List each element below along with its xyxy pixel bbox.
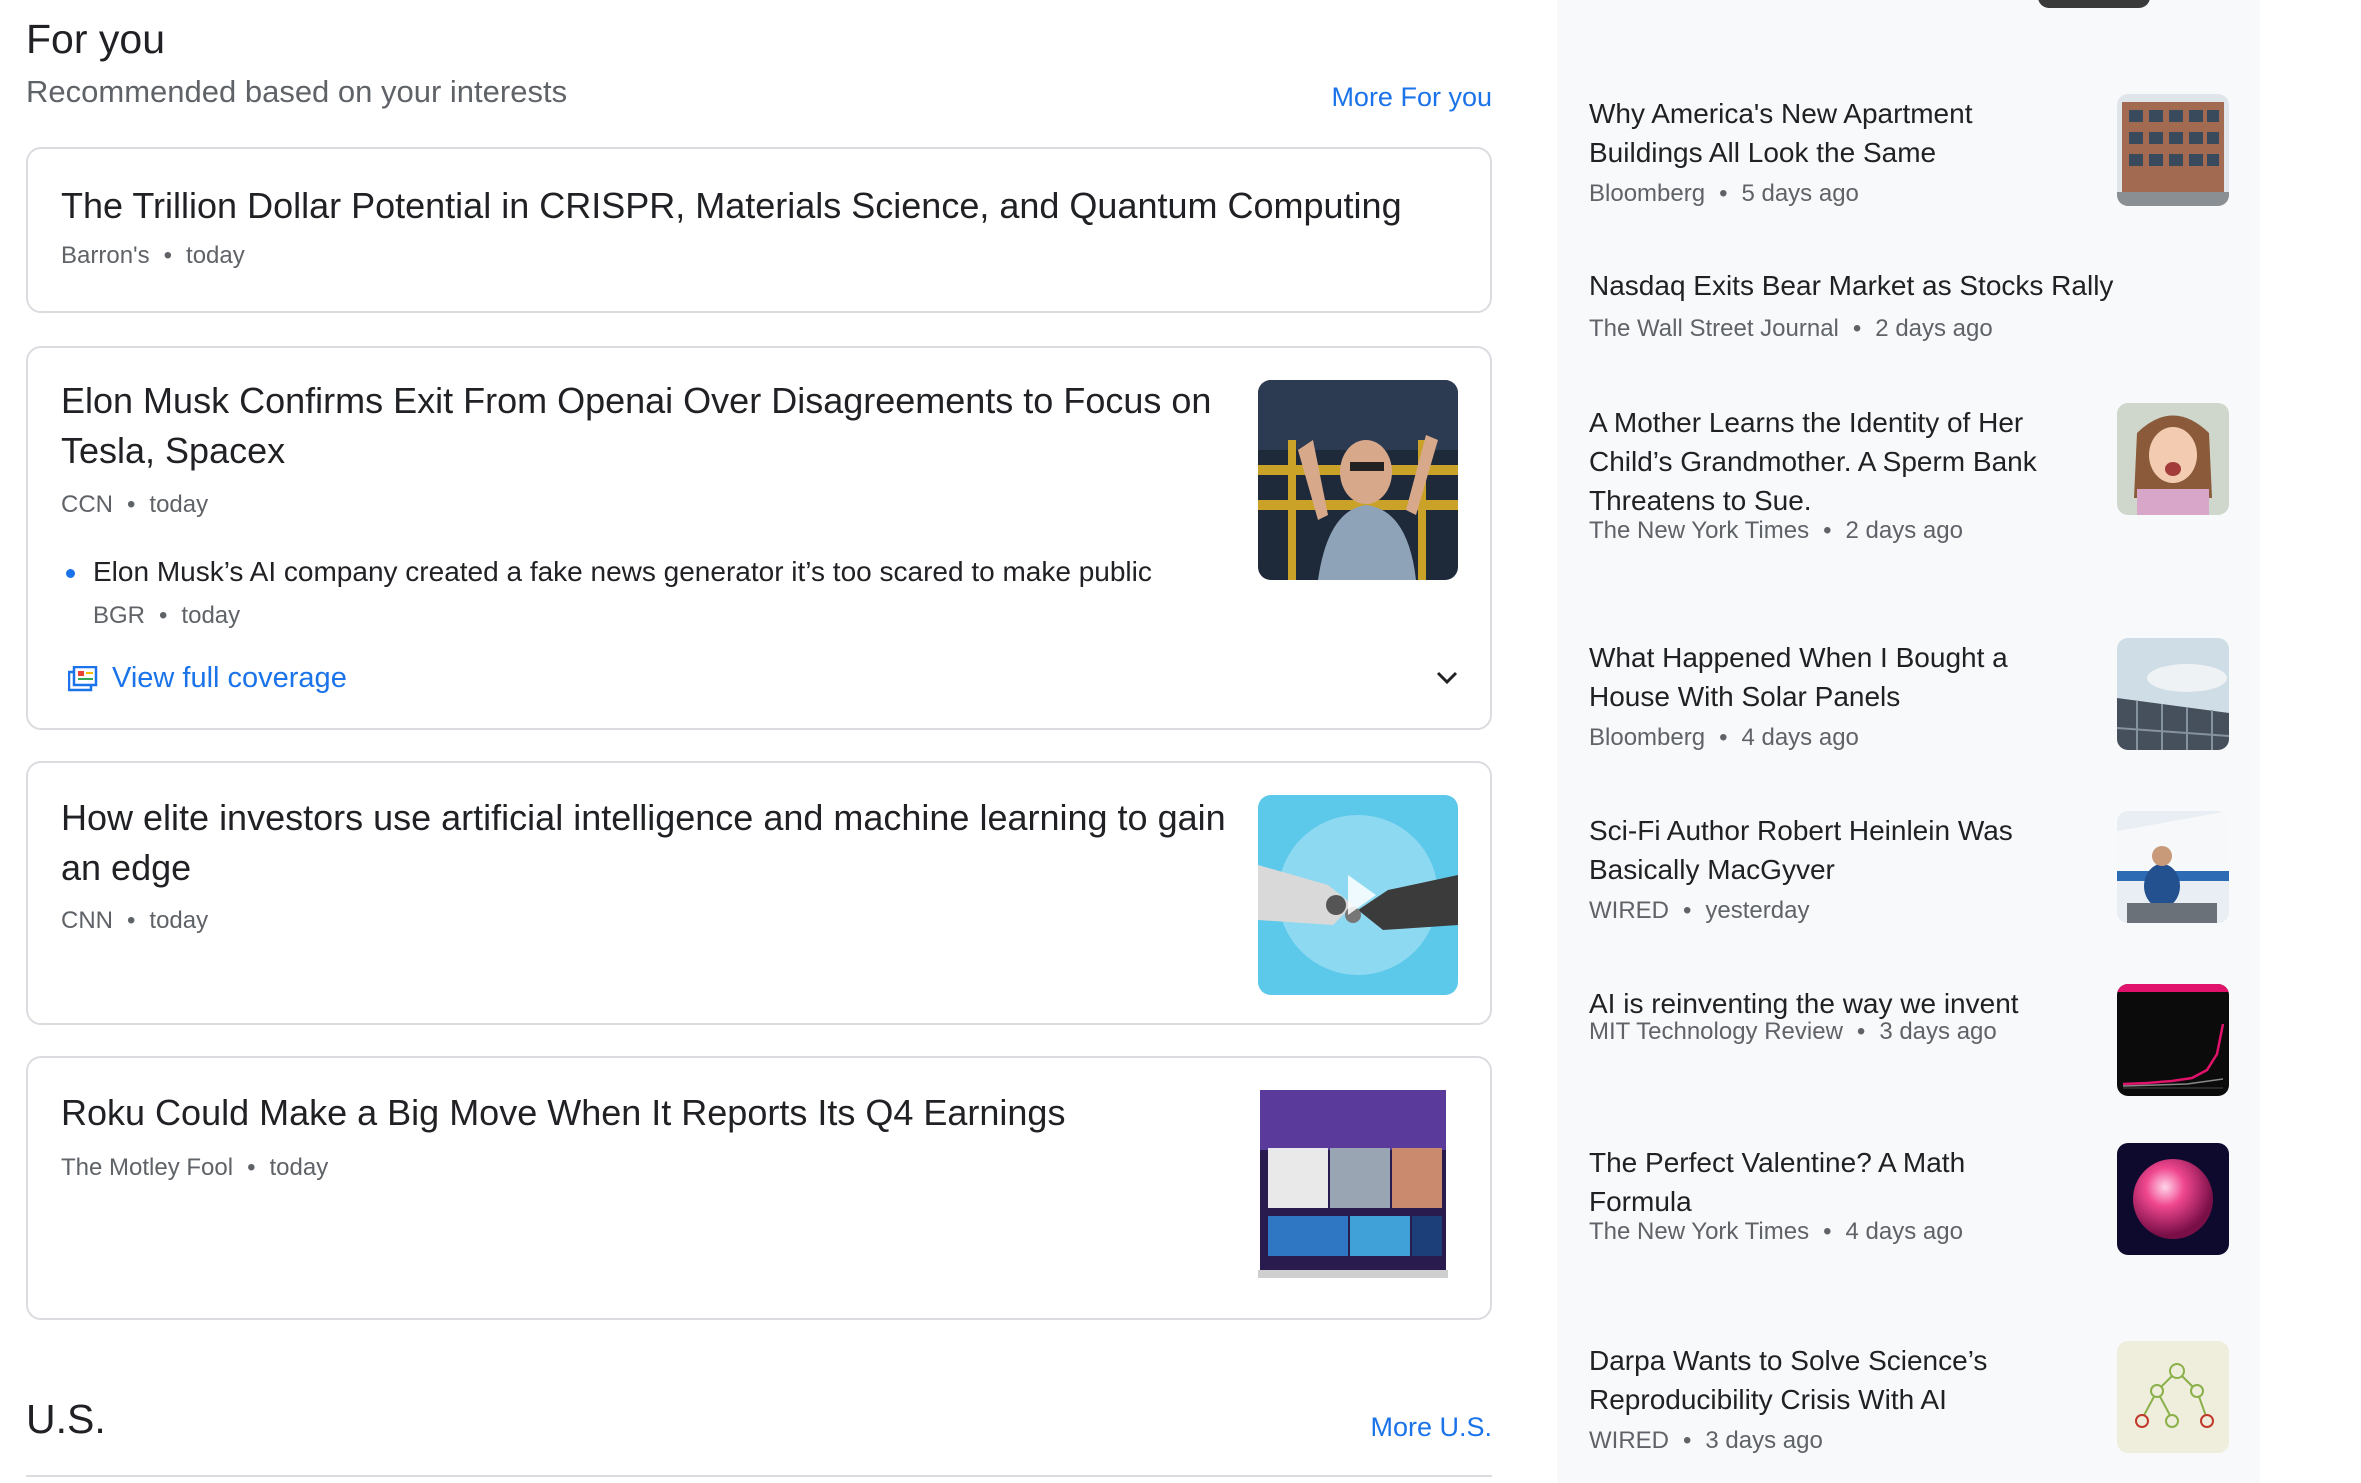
sub-story-meta: BGR • today <box>93 602 241 629</box>
child-photo-thumbnail[interactable] <box>2117 403 2229 515</box>
apartment-building-thumbnail[interactable] <box>2117 94 2229 206</box>
story-meta: Barron's • today <box>61 242 245 269</box>
story-source[interactable]: The Motley Fool <box>61 1154 233 1181</box>
story-card[interactable]: Roku Could Make a Big Move When It Repor… <box>26 1056 1492 1320</box>
section-title-us: U.S. <box>26 1396 106 1442</box>
sidebar-story-time: yesterday <box>1705 897 1810 924</box>
story-time: today <box>149 907 209 934</box>
sidebar-story-title[interactable]: A Mother Learns the Identity of Her Chil… <box>1589 403 2059 520</box>
section-title-for-you: For you <box>26 16 165 62</box>
sidebar-story-title[interactable]: Nasdaq Exits Bear Market as Stocks Rally <box>1589 266 2149 305</box>
sub-story-title[interactable]: Elon Musk’s AI company created a fake ne… <box>93 556 1152 588</box>
sidebar-story-title[interactable]: Why America's New Apartment Buildings Al… <box>1589 94 2059 172</box>
sidebar-story[interactable]: Sci-Fi Author Robert Heinlein Was Basica… <box>1589 811 2229 931</box>
sidebar-headlines: Why America's New Apartment Buildings Al… <box>1557 0 2260 1483</box>
more-us-link[interactable]: More U.S. <box>1370 1412 1492 1443</box>
chart-thumbnail[interactable] <box>2117 984 2229 1096</box>
sidebar-story-source[interactable]: Bloomberg <box>1589 180 1705 207</box>
sidebar-story-meta: The New York Times • 2 days ago <box>1589 517 1963 544</box>
pink-sphere-thumbnail[interactable] <box>2117 1143 2229 1255</box>
sub-story-bullet <box>66 569 75 578</box>
sidebar-story[interactable]: The Perfect Valentine? A Math Formula Th… <box>1589 1143 2229 1293</box>
story-title[interactable]: Elon Musk Confirms Exit From Openai Over… <box>61 376 1231 476</box>
sidebar-story-source[interactable]: The New York Times <box>1589 517 1809 544</box>
sidebar-story-title[interactable]: Sci-Fi Author Robert Heinlein Was Basica… <box>1589 811 2059 889</box>
story-card[interactable]: The Trillion Dollar Potential in CRISPR,… <box>26 147 1492 313</box>
sidebar-story-meta: WIRED • 3 days ago <box>1589 1427 1823 1454</box>
sub-story-time: today <box>181 602 241 629</box>
sidebar-story-title[interactable]: Darpa Wants to Solve Science’s Reproduci… <box>1589 1341 2059 1419</box>
sidebar-story-source[interactable]: MIT Technology Review <box>1589 1018 1843 1045</box>
network-diagram-thumbnail[interactable] <box>2117 1341 2229 1453</box>
story-time: today <box>269 1154 329 1181</box>
sidebar-story-source[interactable]: The Wall Street Journal <box>1589 315 1839 342</box>
aircraft-mechanic-thumbnail[interactable] <box>2117 811 2229 923</box>
sidebar-story[interactable]: AI is reinventing the way we invent MIT … <box>1589 984 2229 1104</box>
story-time: today <box>149 491 209 518</box>
story-title[interactable]: The Trillion Dollar Potential in CRISPR,… <box>61 181 1461 231</box>
section-subtitle: Recommended based on your interests <box>26 74 568 109</box>
sidebar-story[interactable]: Nasdaq Exits Bear Market as Stocks Rally… <box>1589 266 2229 346</box>
more-for-you-link[interactable]: More For you <box>1331 82 1492 113</box>
story-card[interactable]: How elite investors use artificial intel… <box>26 761 1492 1025</box>
story-card[interactable]: Elon Musk Confirms Exit From Openai Over… <box>26 346 1492 730</box>
sidebar-story[interactable]: A Mother Learns the Identity of Her Chil… <box>1589 403 2229 553</box>
story-source[interactable]: CNN <box>61 907 113 934</box>
sidebar-story-time: 5 days ago <box>1741 180 1859 207</box>
sidebar-story-meta: Bloomberg • 4 days ago <box>1589 724 1859 751</box>
sidebar-story-meta: WIRED • yesterday <box>1589 897 1810 924</box>
sidebar-story-meta: MIT Technology Review • 3 days ago <box>1589 1018 1997 1045</box>
sidebar-story-source[interactable]: Bloomberg <box>1589 724 1705 751</box>
chevron-down-icon[interactable] <box>1432 663 1462 693</box>
sidebar-story-time: 3 days ago <box>1879 1018 1997 1045</box>
story-meta: CCN • today <box>61 491 209 518</box>
elon-musk-thumbnail[interactable] <box>1258 380 1458 580</box>
sidebar-story-time: 4 days ago <box>1845 1218 1963 1245</box>
sidebar-story-meta: Bloomberg • 5 days ago <box>1589 180 1859 207</box>
story-meta: CNN • today <box>61 907 209 934</box>
story-source[interactable]: Barron's <box>61 242 150 269</box>
solar-panel-thumbnail[interactable] <box>2117 638 2229 750</box>
robot-handshake-thumbnail[interactable] <box>1258 795 1458 995</box>
sidebar-story-time: 2 days ago <box>1845 517 1963 544</box>
sidebar-story-source[interactable]: WIRED <box>1589 1427 1669 1454</box>
roku-tv-thumbnail[interactable] <box>1258 1088 1458 1288</box>
story-title[interactable]: How elite investors use artificial intel… <box>61 793 1231 893</box>
sidebar-story-time: 3 days ago <box>1705 1427 1823 1454</box>
full-coverage-icon <box>68 665 98 691</box>
partial-thumbnail[interactable] <box>2038 0 2150 8</box>
story-meta: The Motley Fool • today <box>61 1154 329 1181</box>
sidebar-story-source[interactable]: WIRED <box>1589 897 1669 924</box>
story-time: today <box>186 242 245 269</box>
sidebar-story[interactable]: Why America's New Apartment Buildings Al… <box>1589 94 2229 214</box>
sub-story-source[interactable]: BGR <box>93 602 145 629</box>
sidebar-story-title[interactable]: What Happened When I Bought a House With… <box>1589 638 2059 716</box>
sidebar-story-time: 4 days ago <box>1741 724 1859 751</box>
sidebar-story-title[interactable]: The Perfect Valentine? A Math Formula <box>1589 1143 2059 1221</box>
sidebar-story[interactable]: Darpa Wants to Solve Science’s Reproduci… <box>1589 1341 2229 1471</box>
story-title[interactable]: Roku Could Make a Big Move When It Repor… <box>61 1088 1231 1138</box>
view-full-coverage-label: View full coverage <box>112 662 347 694</box>
section-divider <box>26 1475 1492 1477</box>
view-full-coverage-link[interactable]: View full coverage <box>68 662 347 695</box>
sidebar-story-time: 2 days ago <box>1875 315 1993 342</box>
story-source[interactable]: CCN <box>61 491 113 518</box>
sidebar-story-meta: The Wall Street Journal • 2 days ago <box>1589 315 1993 342</box>
sidebar-story-meta: The New York Times • 4 days ago <box>1589 1218 1963 1245</box>
sidebar-story-source[interactable]: The New York Times <box>1589 1218 1809 1245</box>
sidebar-story[interactable]: What Happened When I Bought a House With… <box>1589 638 2229 758</box>
